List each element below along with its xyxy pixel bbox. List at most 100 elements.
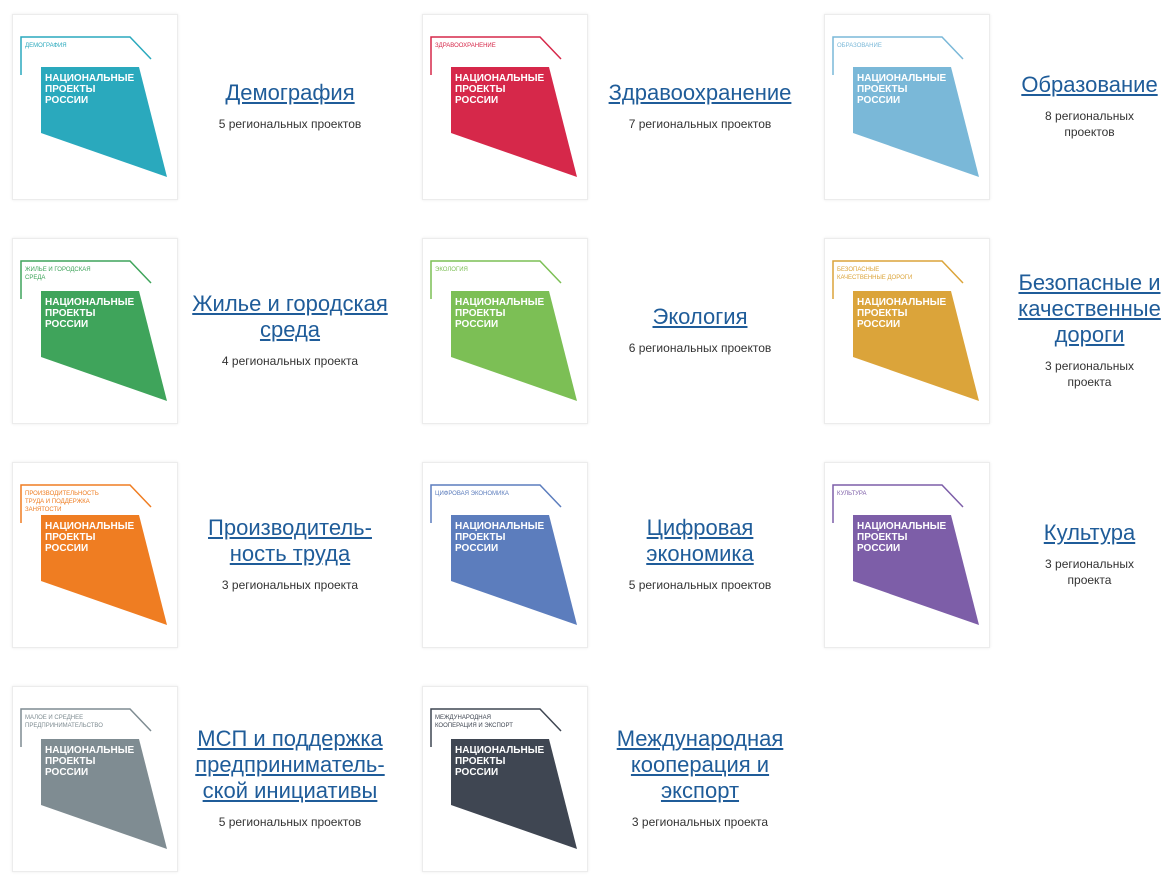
logo-category-label: ЗДРАВООХРАНЕНИЕ bbox=[435, 43, 496, 49]
logo-text: РОССИИ bbox=[455, 767, 498, 778]
logo-text: ПРОЕКТЫ bbox=[45, 532, 96, 543]
logo-text: ПРОЕКТЫ bbox=[857, 308, 908, 319]
logo-category-label: СРЕДА bbox=[25, 275, 45, 281]
project-card[interactable]: ЗДРАВООХРАНЕНИЕ НАЦИОНАЛЬНЫЕ ПРОЕКТЫ РОССИИ… bbox=[422, 14, 812, 214]
logo-category-label: ЦИФРОВАЯ ЭКОНОМИКА bbox=[435, 491, 509, 497]
regional-projects-count: 3 региональных проекта bbox=[631, 815, 769, 829]
regional-projects-count: 3 региональных проекта bbox=[1045, 359, 1134, 389]
logo-graphic: ЭКОЛОГИЯ НАЦИОНАЛЬНЫЕПРОЕКТЫРОССИИ bbox=[430, 260, 577, 401]
project-card[interactable]: ЭКОЛОГИЯ НАЦИОНАЛЬНЫЕ ПРОЕКТЫ РОССИИ Экологи… bbox=[422, 238, 812, 438]
logo-text: НАЦИОНАЛЬНЫЕ bbox=[455, 297, 544, 308]
logo-text: НАЦИОНАЛЬНЫЕ bbox=[45, 745, 134, 756]
national-project-logo[interactable]: МЕЖДУНАРОДНАЯ КООПЕРАЦИЯ И ЭКСПОРТ НАЦИОНА… bbox=[422, 686, 588, 872]
project-title-link[interactable]: Цифровая экономика bbox=[600, 515, 800, 567]
project-title-link[interactable]: Безопасные и качественные дороги bbox=[1007, 270, 1162, 348]
regional-projects-count: 3 региональных проекта bbox=[221, 578, 359, 592]
project-title-link[interactable]: Здравоохранение bbox=[609, 80, 792, 106]
logo-category-label: КУЛЬТУРА bbox=[837, 491, 867, 497]
logo-text: ПРОЕКТЫ bbox=[455, 308, 506, 319]
logo-text: НАЦИОНАЛЬНЫЕ bbox=[857, 297, 946, 308]
logo-graphic: ДЕМОГРАФИЯ НАЦИОНАЛЬНЫЕПРОЕКТЫРОССИИ bbox=[20, 36, 167, 177]
project-title-link[interactable]: Жилье и городская среда bbox=[190, 291, 390, 343]
project-info: МСП и поддержка предприниматель-ской ини… bbox=[190, 686, 390, 870]
logo-text: НАЦИОНАЛЬНЫЕ bbox=[857, 73, 946, 84]
logo-category-label: КООПЕРАЦИЯ И ЭКСПОРТ bbox=[435, 723, 513, 729]
logo-category-label: ПРОИЗВОДИТЕЛЬНОСТЬ bbox=[25, 491, 99, 497]
logo-graphic: КУЛЬТУРА НАЦИОНАЛЬНЫЕПРОЕКТЫРОССИИ bbox=[832, 484, 979, 625]
logo-text: НАЦИОНАЛЬНЫЕ bbox=[857, 521, 946, 532]
national-project-logo[interactable]: ЗДРАВООХРАНЕНИЕ НАЦИОНАЛЬНЫЕ ПРОЕКТЫ РОССИИ bbox=[422, 14, 588, 200]
project-card[interactable]: ЦИФРОВАЯ ЭКОНОМИКА НАЦИОНАЛЬНЫЕ ПРОЕКТЫ РОС… bbox=[422, 462, 812, 662]
logo-text: РОССИИ bbox=[455, 319, 498, 330]
logo-text: РОССИИ bbox=[45, 319, 88, 330]
logo-graphic: ЖИЛЬЕ И ГОРОДСКАЯ СРЕДА НАЦИОНАЛЬНЫЕПРОЕКТ… bbox=[20, 260, 167, 401]
project-title-link[interactable]: Образование bbox=[1021, 72, 1157, 98]
logo-text: ПРОЕКТЫ bbox=[45, 84, 96, 95]
logo-text: НАЦИОНАЛЬНЫЕ bbox=[45, 73, 134, 84]
logo-text: ПРОЕКТЫ bbox=[45, 308, 96, 319]
regional-projects-count: 3 региональных проекта bbox=[1045, 557, 1134, 587]
logo-text: РОССИИ bbox=[455, 543, 498, 554]
project-info: Образование 8 региональных проектов bbox=[1007, 14, 1162, 198]
logo-text: РОССИИ bbox=[857, 95, 900, 106]
national-project-logo[interactable]: ДЕМОГРАФИЯ НАЦИОНАЛЬНЫЕ ПРОЕКТЫ РОССИИ bbox=[12, 14, 178, 200]
project-info: Демография 5 региональных проектов bbox=[190, 14, 390, 198]
logo-category-label: ОБРАЗОВАНИЕ bbox=[837, 43, 882, 49]
regional-projects-count: 4 региональных проекта bbox=[221, 354, 359, 368]
national-project-logo[interactable]: МАЛОЕ И СРЕДНЕЕ ПРЕДПРИНИМАТЕЛЬСТВО НАЦИОН… bbox=[12, 686, 178, 872]
project-title-link[interactable]: Международная кооперация и экспорт bbox=[600, 726, 800, 804]
logo-category-label: КАЧЕСТВЕННЫЕ ДОРОГИ bbox=[837, 275, 912, 281]
national-project-logo[interactable]: ЭКОЛОГИЯ НАЦИОНАЛЬНЫЕ ПРОЕКТЫ РОССИИ bbox=[422, 238, 588, 424]
project-info: Жилье и городская среда 4 региональных пр… bbox=[190, 238, 390, 422]
logo-text: РОССИИ bbox=[45, 767, 88, 778]
logo-text: РОССИИ bbox=[857, 319, 900, 330]
project-card[interactable]: МАЛОЕ И СРЕДНЕЕ ПРЕДПРИНИМАТЕЛЬСТВО НАЦИОН… bbox=[12, 686, 402, 886]
logo-graphic: ЦИФРОВАЯ ЭКОНОМИКА НАЦИОНАЛЬНЫЕПРОЕКТЫРОС… bbox=[430, 484, 577, 625]
project-card[interactable]: КУЛЬТУРА НАЦИОНАЛЬНЫЕ ПРОЕКТЫ РОССИИ Культур… bbox=[824, 462, 1162, 662]
project-card[interactable]: ЖИЛЬЕ И ГОРОДСКАЯ СРЕДА НАЦИОНАЛЬНЫЕ ПРОЕКТ… bbox=[12, 238, 402, 438]
project-info: Культура 3 региональных проекта bbox=[1007, 462, 1162, 646]
logo-graphic: ПРОИЗВОДИТЕЛЬНОСТЬ ТРУДА И ПОДДЕРЖКА ЗАНЯТ… bbox=[20, 484, 167, 625]
logo-text: ПРОЕКТЫ bbox=[455, 532, 506, 543]
logo-graphic: МЕЖДУНАРОДНАЯ КООПЕРАЦИЯ И ЭКСПОРТ НАЦИОНА… bbox=[430, 708, 577, 849]
logo-category-label: ДЕМОГРАФИЯ bbox=[25, 43, 67, 49]
national-project-logo[interactable]: ЦИФРОВАЯ ЭКОНОМИКА НАЦИОНАЛЬНЫЕ ПРОЕКТЫ РОС… bbox=[422, 462, 588, 648]
project-info: Цифровая экономика 5 региональных проекто… bbox=[600, 462, 800, 646]
project-info: Экология 6 региональных проектов bbox=[600, 238, 800, 422]
national-project-logo[interactable]: ОБРАЗОВАНИЕ НАЦИОНАЛЬНЫЕ ПРОЕКТЫ РОССИИ bbox=[824, 14, 990, 200]
logo-text: НАЦИОНАЛЬНЫЕ bbox=[455, 521, 544, 532]
project-title-link[interactable]: Экология bbox=[653, 304, 748, 330]
national-project-logo[interactable]: ПРОИЗВОДИТЕЛЬНОСТЬ ТРУДА И ПОДДЕРЖКА ЗАНЯТ… bbox=[12, 462, 178, 648]
project-title-link[interactable]: Производитель-ность труда bbox=[190, 515, 390, 567]
project-info: Международная кооперация и экспорт 3 реги… bbox=[600, 686, 800, 870]
logo-category-label: ЖИЛЬЕ И ГОРОДСКАЯ bbox=[25, 267, 91, 273]
national-project-logo[interactable]: КУЛЬТУРА НАЦИОНАЛЬНЫЕ ПРОЕКТЫ РОССИИ bbox=[824, 462, 990, 648]
logo-text: ПРОЕКТЫ bbox=[455, 84, 506, 95]
logo-category-label: ПРЕДПРИНИМАТЕЛЬСТВО bbox=[25, 723, 103, 729]
logo-text: РОССИИ bbox=[857, 543, 900, 554]
logo-text: НАЦИОНАЛЬНЫЕ bbox=[45, 297, 134, 308]
project-title-link[interactable]: МСП и поддержка предприниматель-ской ини… bbox=[190, 726, 390, 804]
project-title-link[interactable]: Культура bbox=[1044, 520, 1135, 546]
regional-projects-count: 7 региональных проектов bbox=[628, 117, 772, 131]
project-card[interactable]: ДЕМОГРАФИЯ НАЦИОНАЛЬНЫЕ ПРОЕКТЫ РОССИИ Демог… bbox=[12, 14, 402, 214]
project-card[interactable]: БЕЗОПАСНЫЕ КАЧЕСТВЕННЫЕ ДОРОГИ НАЦИОНАЛЬНЫ… bbox=[824, 238, 1162, 438]
regional-projects-count: 6 региональных проектов bbox=[628, 341, 772, 355]
logo-category-label: МАЛОЕ И СРЕДНЕЕ bbox=[25, 715, 83, 721]
project-card[interactable]: МЕЖДУНАРОДНАЯ КООПЕРАЦИЯ И ЭКСПОРТ НАЦИОНА… bbox=[422, 686, 812, 886]
project-card[interactable]: ПРОИЗВОДИТЕЛЬНОСТЬ ТРУДА И ПОДДЕРЖКА ЗАНЯТ… bbox=[12, 462, 402, 662]
logo-text: ПРОЕКТЫ bbox=[455, 756, 506, 767]
logo-category-label: ТРУДА И ПОДДЕРЖКА bbox=[25, 499, 90, 505]
national-project-logo[interactable]: ЖИЛЬЕ И ГОРОДСКАЯ СРЕДА НАЦИОНАЛЬНЫЕ ПРОЕКТ… bbox=[12, 238, 178, 424]
logo-text: РОССИИ bbox=[455, 95, 498, 106]
project-title-link[interactable]: Демография bbox=[225, 80, 354, 106]
logo-graphic: ОБРАЗОВАНИЕ НАЦИОНАЛЬНЫЕПРОЕКТЫРОССИИ bbox=[832, 36, 979, 177]
logo-graphic: МАЛОЕ И СРЕДНЕЕ ПРЕДПРИНИМАТЕЛЬСТВО НАЦИОН… bbox=[20, 708, 167, 849]
logo-text: ПРОЕКТЫ bbox=[857, 84, 908, 95]
project-card[interactable]: ОБРАЗОВАНИЕ НАЦИОНАЛЬНЫЕ ПРОЕКТЫ РОССИИ Обра… bbox=[824, 14, 1162, 214]
regional-projects-count: 5 региональных проектов bbox=[218, 117, 362, 131]
logo-category-label: МЕЖДУНАРОДНАЯ bbox=[435, 715, 491, 721]
project-info: Здравоохранение 7 региональных проектов bbox=[600, 14, 800, 198]
logo-category-label: ЗАНЯТОСТИ bbox=[25, 507, 61, 513]
national-project-logo[interactable]: БЕЗОПАСНЫЕ КАЧЕСТВЕННЫЕ ДОРОГИ НАЦИОНАЛЬНЫ… bbox=[824, 238, 990, 424]
